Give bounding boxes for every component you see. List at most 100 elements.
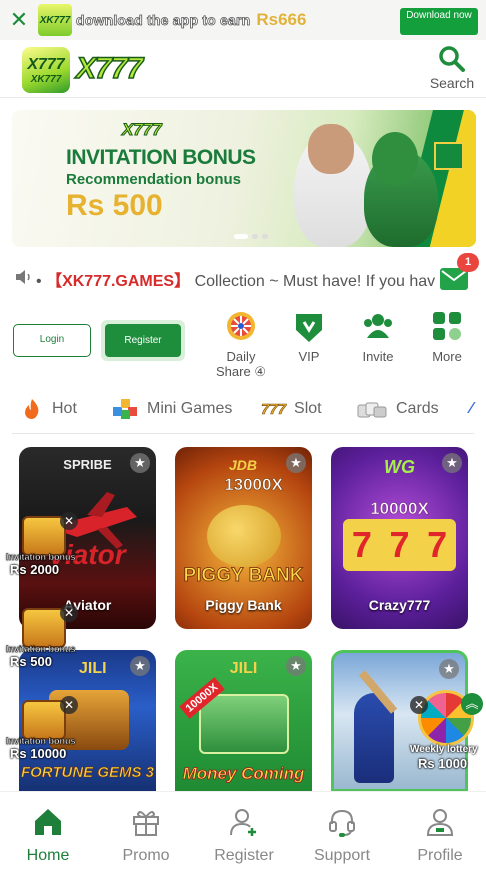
- favorite-star-icon[interactable]: ★: [439, 659, 459, 679]
- download-now-button[interactable]: Download now: [400, 8, 478, 35]
- vip-button[interactable]: VIP: [279, 310, 339, 364]
- cards-icon: [357, 402, 387, 418]
- close-icon[interactable]: ✕: [60, 512, 78, 530]
- nav-profile-label: Profile: [417, 847, 463, 864]
- invitation-bonus-widget[interactable]: ✕ Invitation bonus Rs 10000: [4, 696, 82, 766]
- invitation-amount: Rs 500: [10, 654, 52, 669]
- logo-badge-subtitle: XK777: [30, 73, 62, 85]
- close-icon[interactable]: ✕: [60, 604, 78, 622]
- invitation-label: Invitation bonus: [6, 644, 76, 654]
- favorite-star-icon[interactable]: ★: [286, 453, 306, 473]
- nav-support-label: Support: [313, 847, 371, 864]
- daily-share-label: Daily Share ④: [216, 349, 266, 379]
- nav-register[interactable]: Register: [204, 806, 284, 865]
- announcement-marquee: • 【XK777.GAMES】 Collection ~ Must have! …: [0, 258, 486, 296]
- nav-home[interactable]: Home: [8, 806, 88, 865]
- banner-dot[interactable]: [252, 234, 258, 239]
- announcement-text[interactable]: • 【XK777.GAMES】 Collection ~ Must have! …: [36, 267, 436, 291]
- grid-icon: [433, 312, 461, 340]
- favorite-star-icon[interactable]: ★: [442, 453, 462, 473]
- invitation-amount: Rs 10000: [10, 746, 67, 761]
- gift-icon: [133, 811, 159, 836]
- chevron-up-icon: ︽: [465, 696, 479, 711]
- nav-home-label: Home: [26, 847, 70, 864]
- announcement-body: Collection ~ Must have! If you hav: [194, 273, 436, 290]
- announcement-highlight: 【XK777.GAMES】: [46, 273, 191, 290]
- gift-icon: [434, 142, 464, 170]
- slot-reels: 777: [343, 519, 456, 571]
- tab-cards[interactable]: Cards: [356, 390, 439, 428]
- weekly-lottery-amount: Rs 1000: [418, 756, 468, 771]
- scroll-to-top-button[interactable]: ︽: [461, 693, 483, 715]
- nav-register-label: Register: [214, 847, 274, 864]
- headset-icon: [329, 809, 355, 837]
- search-button[interactable]: Search: [428, 45, 476, 91]
- promo-banner[interactable]: X777 INVITATION BONUS Recommendation bon…: [12, 110, 476, 247]
- register-button[interactable]: Register: [101, 320, 185, 361]
- speaker-icon: [16, 270, 30, 284]
- reel-seven: 7: [427, 524, 448, 565]
- invite-button[interactable]: Invite: [348, 310, 408, 364]
- download-promo-text: download the app to earn: [76, 12, 251, 29]
- daily-share-button[interactable]: Daily Share ④: [211, 310, 271, 380]
- tab-hot[interactable]: Hot: [20, 390, 77, 428]
- banner-person-head: [372, 132, 418, 186]
- vip-shield-icon: [296, 314, 322, 342]
- more-button[interactable]: More: [417, 310, 477, 364]
- user-icon: [426, 809, 454, 836]
- banner-pagination: [234, 234, 268, 239]
- logo-badge[interactable]: X777 XK777: [22, 47, 70, 93]
- announcement-prefix: •: [36, 273, 42, 290]
- slot-777-icon: 777: [261, 400, 287, 418]
- close-icon[interactable]: ✕: [60, 696, 78, 714]
- site-header: X777 XK777 X777 Search: [0, 40, 486, 98]
- users-icon: [364, 314, 392, 338]
- vip-label: VIP: [298, 349, 320, 364]
- banner-dot[interactable]: [262, 234, 268, 239]
- tab-more-indicator[interactable]: ⁄: [470, 390, 473, 428]
- site-logo[interactable]: X777: [75, 51, 144, 86]
- close-icon[interactable]: ✕: [410, 696, 428, 714]
- banner-title: INVITATION BONUS: [66, 146, 256, 169]
- app-logo-icon: XK777: [38, 4, 72, 36]
- game-card-money-coming[interactable]: JILI 10000X ★ Money Coming: [175, 650, 312, 792]
- flame-icon: [25, 399, 39, 419]
- game-card-piggy-bank[interactable]: JDB 13000X ★ PIGGY BANK Piggy Bank: [175, 447, 312, 629]
- close-icon[interactable]: ✕: [0, 0, 38, 40]
- nav-promo[interactable]: Promo: [106, 806, 186, 865]
- banner-dot-active[interactable]: [234, 234, 248, 239]
- invite-label: Invite: [362, 349, 394, 364]
- game-multiplier: 10000X: [370, 499, 429, 519]
- tab-slot[interactable]: 777 Slot: [261, 390, 322, 428]
- game-art-title: FORTUNE GEMS 3: [20, 764, 155, 782]
- weekly-lottery-label: Weekly lottery: [410, 744, 478, 755]
- tabs-divider: [12, 433, 474, 434]
- pig-icon: [207, 505, 281, 567]
- favorite-star-icon[interactable]: ★: [130, 453, 150, 473]
- reel-seven: 7: [351, 524, 372, 565]
- search-icon: [439, 46, 465, 72]
- game-name: Crazy777: [368, 597, 431, 613]
- register-button-label: Register: [105, 324, 181, 357]
- nav-profile[interactable]: Profile: [400, 806, 480, 865]
- game-card-crazy777[interactable]: WG 10000X 777 ★ Crazy777: [331, 447, 468, 629]
- game-art-title: Money Coming: [182, 764, 305, 784]
- invitation-bonus-widget[interactable]: ✕ Invitation bonus Rs 2000: [4, 512, 82, 582]
- download-app-bar: ✕ XK777 download the app to earn Rs666 D…: [0, 0, 486, 40]
- invitation-label: Invitation bonus: [6, 736, 76, 746]
- login-button[interactable]: Login: [13, 324, 91, 357]
- cubes-icon: [113, 399, 137, 419]
- game-art-title: PIGGY BANK: [183, 565, 304, 587]
- bottom-navigation: Home Promo Register Support Profile: [0, 791, 486, 871]
- banner-subtitle: Recommendation bonus: [66, 171, 242, 188]
- game-name: Piggy Bank: [205, 597, 282, 613]
- game-multiplier: 13000X: [224, 475, 283, 495]
- reel-seven: 7: [389, 524, 410, 565]
- tab-mini-games[interactable]: Mini Games: [111, 390, 232, 428]
- favorite-star-icon[interactable]: ★: [130, 656, 150, 676]
- invitation-bonus-widget[interactable]: ✕ Invitation bonus Rs 500: [4, 604, 82, 674]
- nav-support[interactable]: Support: [302, 806, 382, 865]
- wheel-icon: [227, 312, 255, 340]
- tab-mini-games-label: Mini Games: [147, 400, 233, 417]
- favorite-star-icon[interactable]: ★: [286, 656, 306, 676]
